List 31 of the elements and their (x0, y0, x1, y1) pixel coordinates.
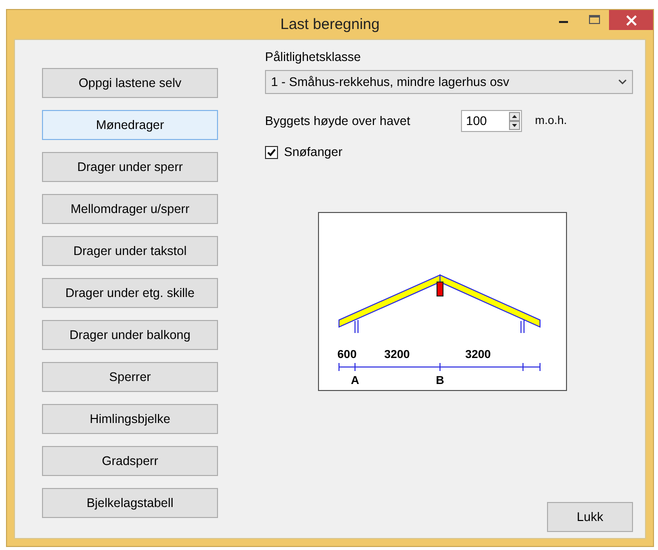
window-title: Last beregning (280, 16, 380, 33)
load-type-button[interactable]: Bjelkelagstabell (42, 488, 218, 518)
load-type-button[interactable]: Drager under sperr (42, 152, 218, 182)
caret-icon (618, 79, 627, 85)
support-label: B (436, 375, 444, 387)
load-type-button[interactable]: Drager under balkong (42, 320, 218, 350)
spin-up-icon[interactable] (509, 112, 520, 121)
close-icon (626, 14, 636, 26)
load-type-button[interactable]: Drager under etg. skille (42, 278, 218, 308)
field-label: Pålitlighetsklasse (265, 50, 361, 64)
altitude-spinner[interactable]: 100 (461, 110, 522, 132)
load-type-button[interactable]: Mellomdrager u/sperr (42, 194, 218, 224)
checkbox-label: Snøfanger (284, 145, 342, 159)
spin-down-icon[interactable] (509, 121, 520, 130)
load-type-button[interactable]: Oppgi lastene selv (42, 68, 218, 98)
maximize-icon (588, 15, 600, 25)
load-type-button[interactable]: Sperrer (42, 362, 218, 392)
dimension-label: 3200 (465, 349, 491, 361)
load-type-button[interactable]: Mønedrager (42, 110, 218, 140)
reliability-dropdown[interactable]: 1 - Småhus-rekkehus, mindre lagerhus osv (265, 70, 633, 94)
dimension-label: 3200 (384, 349, 410, 361)
close-button[interactable] (609, 10, 653, 30)
dimension-label: 600 (337, 349, 357, 361)
load-type-button[interactable]: Gradsperr (42, 446, 218, 476)
field-label: Byggets høyde over havet (265, 114, 412, 128)
load-type-button[interactable]: Himlingsbjelke (42, 404, 218, 434)
unit-label: m.o.h. (535, 115, 567, 127)
support-label: A (350, 375, 360, 387)
close-dialog-button[interactable]: Lukk (547, 502, 633, 532)
load-type-button[interactable]: Drager under takstol (42, 236, 218, 266)
checkbox[interactable] (265, 146, 278, 158)
